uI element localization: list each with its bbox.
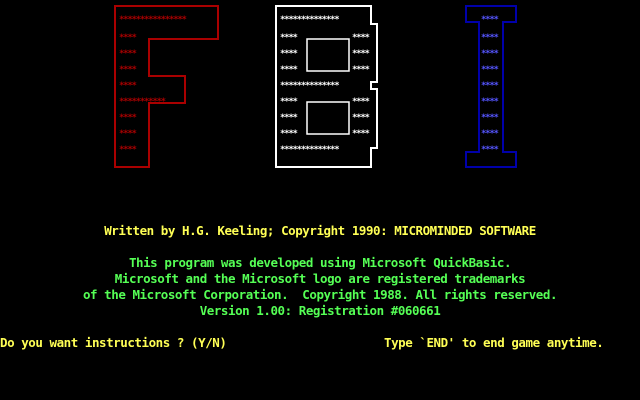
logo-i-stars: **** <box>481 97 499 107</box>
logo-f-stars: **** <box>119 81 137 91</box>
logo-f-stars: **** <box>119 129 137 139</box>
logo-i-stars: **** <box>481 129 499 139</box>
logo-letter-b: ****************** ******** ******** ******… <box>275 5 378 168</box>
logo-b-stars: **** <box>280 33 298 43</box>
logo-f-stars: **************** <box>119 15 187 25</box>
fbi-logo: ****************************************… <box>114 5 517 168</box>
logo-i-stars: **** <box>481 145 499 155</box>
logo-b-stars: ************** <box>280 15 339 25</box>
logo-letter-i: **** **** **** **** **** **** **** **** **** <box>465 5 517 168</box>
logo-letter-f: ****************************************… <box>114 5 219 168</box>
logo-b-stars: **** <box>352 113 370 123</box>
logo-b-stars: **** <box>352 129 370 139</box>
game-screen: **************** **** **** **** **** ********… <box>0 0 640 400</box>
logo-b-stars: **** <box>352 97 370 107</box>
logo-f-stars: **** <box>119 145 137 155</box>
logo-b-stars: **** <box>280 97 298 107</box>
logo-i-stars: **** <box>481 49 499 59</box>
logo-b-stars: **** <box>280 49 298 59</box>
logo-i-stars: **** <box>481 65 499 75</box>
instructions-prompt[interactable]: Do you want instructions ? (Y/N) <box>0 335 227 351</box>
version-registration-line: Version 1.00: Registration #060661 <box>199 303 441 318</box>
logo-f-stars: **** <box>119 65 137 75</box>
logo-b-stars: **** <box>352 33 370 43</box>
logo-b-stars: **** <box>352 49 370 59</box>
logo-i-stars: **** <box>481 113 499 123</box>
logo-i-stars: **** <box>481 81 499 91</box>
logo-b-stars: **** <box>280 129 298 139</box>
credits-line: Written by H.G. Keeling; Copyright 1990:… <box>104 223 536 238</box>
logo-f-stars: **** <box>119 33 137 43</box>
logo-f-stars: **** <box>119 49 137 59</box>
logo-b-stars: ************** <box>280 81 339 91</box>
logo-b-stars: **** <box>280 113 298 123</box>
logo-i-stars: **** <box>481 33 499 43</box>
info-line-3: of the Microsoft Corporation. Copyright … <box>82 287 558 302</box>
logo-b-stars: ************** <box>280 145 339 155</box>
end-game-hint: Type `END' to end game anytime. <box>384 335 604 350</box>
logo-b-stars: **** <box>280 65 298 75</box>
logo-f-stars: *********** <box>119 97 166 107</box>
info-line-2: Microsoft and the Microsoft logo are reg… <box>114 271 526 286</box>
logo-f-stars: **** <box>119 113 137 123</box>
logo-b-stars: **** <box>352 65 370 75</box>
info-line-1: This program was developed using Microso… <box>128 255 512 270</box>
logo-i-stars: **** <box>481 15 499 25</box>
